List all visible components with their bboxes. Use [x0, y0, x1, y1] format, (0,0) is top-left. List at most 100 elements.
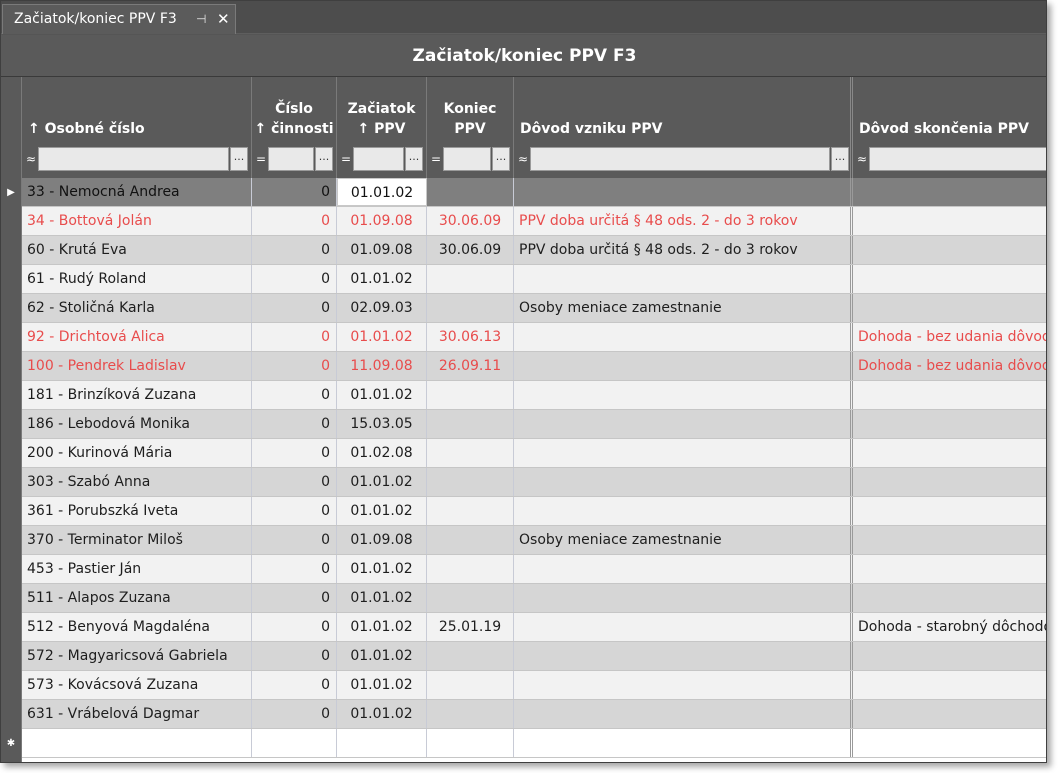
cell-cislo-cinnosti[interactable]: 0: [252, 555, 337, 583]
filter-input-dovod-skoncenia[interactable]: [869, 147, 1046, 171]
cell-cislo-cinnosti[interactable]: 0: [252, 671, 337, 699]
new-row-cell-zaciatok-ppv[interactable]: [337, 729, 427, 757]
cell-koniec-ppv[interactable]: 30.06.09: [427, 207, 514, 235]
cell-osobne-cislo[interactable]: 572 - Magyaricsová Gabriela: [22, 642, 252, 670]
cell-koniec-ppv[interactable]: [427, 642, 514, 670]
cell-dovod-skoncenia[interactable]: [853, 381, 1046, 409]
cell-dovod-vzniku[interactable]: PPV doba určitá § 48 ods. 2 - do 3 rokov: [514, 207, 853, 235]
column-header-koniec-ppv[interactable]: Koniec PPV =...: [427, 77, 514, 178]
column-header-osobne-cislo[interactable]: ↑ Osobné číslo ≈...: [22, 77, 252, 178]
cell-dovod-skoncenia[interactable]: Dohoda - bez udania dôvod: [853, 323, 1046, 351]
cell-koniec-ppv[interactable]: [427, 439, 514, 467]
cell-cislo-cinnosti[interactable]: 0: [252, 352, 337, 380]
cell-cislo-cinnosti[interactable]: 0: [252, 497, 337, 525]
cell-cislo-cinnosti[interactable]: 0: [252, 207, 337, 235]
cell-osobne-cislo[interactable]: 631 - Vrábelová Dagmar: [22, 700, 252, 728]
cell-dovod-skoncenia[interactable]: [853, 207, 1046, 235]
cell-zaciatok-ppv[interactable]: 01.01.02: [337, 555, 427, 583]
cell-zaciatok-ppv[interactable]: 01.01.02: [337, 642, 427, 670]
cell-dovod-skoncenia[interactable]: [853, 468, 1046, 496]
cell-osobne-cislo[interactable]: 60 - Krutá Eva: [22, 236, 252, 264]
filter-input-cislo-cinnosti[interactable]: [268, 147, 314, 171]
table-row[interactable]: 511 - Alapos Zuzana 0 01.01.02: [22, 584, 1046, 613]
cell-koniec-ppv[interactable]: [427, 178, 514, 206]
cell-osobne-cislo[interactable]: 453 - Pastier Ján: [22, 555, 252, 583]
cell-dovod-skoncenia[interactable]: [853, 584, 1046, 612]
filter-options-button[interactable]: ...: [831, 147, 849, 171]
cell-dovod-vzniku[interactable]: [514, 410, 853, 438]
table-row[interactable]: 61 - Rudý Roland 0 01.01.02: [22, 265, 1046, 294]
filter-options-button[interactable]: ...: [230, 147, 248, 171]
table-row[interactable]: 370 - Terminator Miloš 0 01.09.08 Osoby men…: [22, 526, 1046, 555]
table-row[interactable]: 186 - Lebodová Monika 0 15.03.05: [22, 410, 1046, 439]
cell-dovod-skoncenia[interactable]: [853, 700, 1046, 728]
cell-osobne-cislo[interactable]: 62 - Stoličná Karla: [22, 294, 252, 322]
cell-dovod-skoncenia[interactable]: [853, 526, 1046, 554]
cell-dovod-skoncenia[interactable]: Dohoda - starobný dôchodo: [853, 613, 1046, 641]
filter-input-osobne-cislo[interactable]: [38, 147, 229, 171]
filter-operator-icon[interactable]: =: [430, 146, 442, 172]
cell-zaciatok-ppv[interactable]: 01.09.08: [337, 207, 427, 235]
cell-dovod-vzniku[interactable]: [514, 381, 853, 409]
cell-cislo-cinnosti[interactable]: 0: [252, 381, 337, 409]
filter-options-button[interactable]: ...: [315, 147, 333, 171]
table-row[interactable]: 60 - Krutá Eva 0 01.09.08 30.06.09 PPV doba …: [22, 236, 1046, 265]
cell-zaciatok-ppv[interactable]: 01.02.08: [337, 439, 427, 467]
table-row[interactable]: 573 - Kovácsová Zuzana 0 01.01.02: [22, 671, 1046, 700]
cell-dovod-vzniku[interactable]: [514, 700, 853, 728]
cell-dovod-skoncenia[interactable]: Dohoda - bez udania dôvod: [853, 352, 1046, 380]
cell-koniec-ppv[interactable]: [427, 700, 514, 728]
cell-koniec-ppv[interactable]: [427, 555, 514, 583]
cell-cislo-cinnosti[interactable]: 0: [252, 410, 337, 438]
table-row[interactable]: 512 - Benyová Magdaléna 0 01.01.02 25.01.19…: [22, 613, 1046, 642]
cell-dovod-vzniku[interactable]: [514, 439, 853, 467]
cell-zaciatok-ppv[interactable]: 01.01.02: [337, 671, 427, 699]
column-header-dovod-skoncenia[interactable]: Dôvod skončenia PPV ≈: [853, 77, 1046, 178]
cell-dovod-skoncenia[interactable]: [853, 671, 1046, 699]
cell-cislo-cinnosti[interactable]: 0: [252, 439, 337, 467]
cell-osobne-cislo[interactable]: 100 - Pendrek Ladislav: [22, 352, 252, 380]
cell-dovod-skoncenia[interactable]: [853, 439, 1046, 467]
cell-osobne-cislo[interactable]: 181 - Brinzíková Zuzana: [22, 381, 252, 409]
cell-cislo-cinnosti[interactable]: 0: [252, 642, 337, 670]
close-icon[interactable]: ✕: [217, 5, 230, 33]
filter-operator-icon[interactable]: =: [340, 146, 352, 172]
table-row[interactable]: 33 - Nemocná Andrea 0 01.01.02: [22, 178, 1046, 207]
cell-zaciatok-ppv[interactable]: 01.01.02: [337, 178, 427, 206]
table-row[interactable]: 453 - Pastier Ján 0 01.01.02: [22, 555, 1046, 584]
cell-osobne-cislo[interactable]: 34 - Bottová Jolán: [22, 207, 252, 235]
cell-koniec-ppv[interactable]: [427, 265, 514, 293]
cell-osobne-cislo[interactable]: 200 - Kurinová Mária: [22, 439, 252, 467]
new-row-cell-koniec-ppv[interactable]: [427, 729, 514, 757]
filter-operator-icon[interactable]: =: [255, 146, 267, 172]
cell-koniec-ppv[interactable]: [427, 497, 514, 525]
cell-osobne-cislo[interactable]: 92 - Drichtová Alica: [22, 323, 252, 351]
cell-dovod-skoncenia[interactable]: [853, 642, 1046, 670]
table-row[interactable]: 92 - Drichtová Alica 0 01.01.02 30.06.13 Doh…: [22, 323, 1046, 352]
table-row[interactable]: 62 - Stoličná Karla 0 02.09.03 Osoby meniac…: [22, 294, 1046, 323]
cell-dovod-vzniku[interactable]: [514, 178, 853, 206]
cell-dovod-skoncenia[interactable]: [853, 236, 1046, 264]
filter-input-koniec-ppv[interactable]: [443, 147, 491, 171]
cell-koniec-ppv[interactable]: 25.01.19: [427, 613, 514, 641]
cell-koniec-ppv[interactable]: [427, 410, 514, 438]
filter-options-button[interactable]: ...: [492, 147, 510, 171]
cell-osobne-cislo[interactable]: 186 - Lebodová Monika: [22, 410, 252, 438]
cell-dovod-vzniku[interactable]: [514, 265, 853, 293]
cell-dovod-skoncenia[interactable]: [853, 265, 1046, 293]
cell-cislo-cinnosti[interactable]: 0: [252, 613, 337, 641]
new-row-cell-dovod-skoncenia[interactable]: [853, 729, 1046, 757]
table-row[interactable]: 572 - Magyaricsová Gabriela 0 01.01.02: [22, 642, 1046, 671]
cell-zaciatok-ppv[interactable]: 01.01.02: [337, 323, 427, 351]
cell-koniec-ppv[interactable]: 26.09.11: [427, 352, 514, 380]
cell-dovod-skoncenia[interactable]: [853, 410, 1046, 438]
cell-dovod-vzniku[interactable]: Osoby meniace zamestnanie: [514, 294, 853, 322]
cell-osobne-cislo[interactable]: 303 - Szabó Anna: [22, 468, 252, 496]
cell-dovod-vzniku[interactable]: [514, 323, 853, 351]
cell-osobne-cislo[interactable]: 61 - Rudý Roland: [22, 265, 252, 293]
new-row-cell-dovod-vzniku[interactable]: [514, 729, 853, 757]
pin-icon[interactable]: ⊣: [196, 5, 206, 33]
cell-dovod-vzniku[interactable]: [514, 671, 853, 699]
filter-input-zaciatok-ppv[interactable]: [353, 147, 404, 171]
filter-options-button[interactable]: ...: [405, 147, 423, 171]
